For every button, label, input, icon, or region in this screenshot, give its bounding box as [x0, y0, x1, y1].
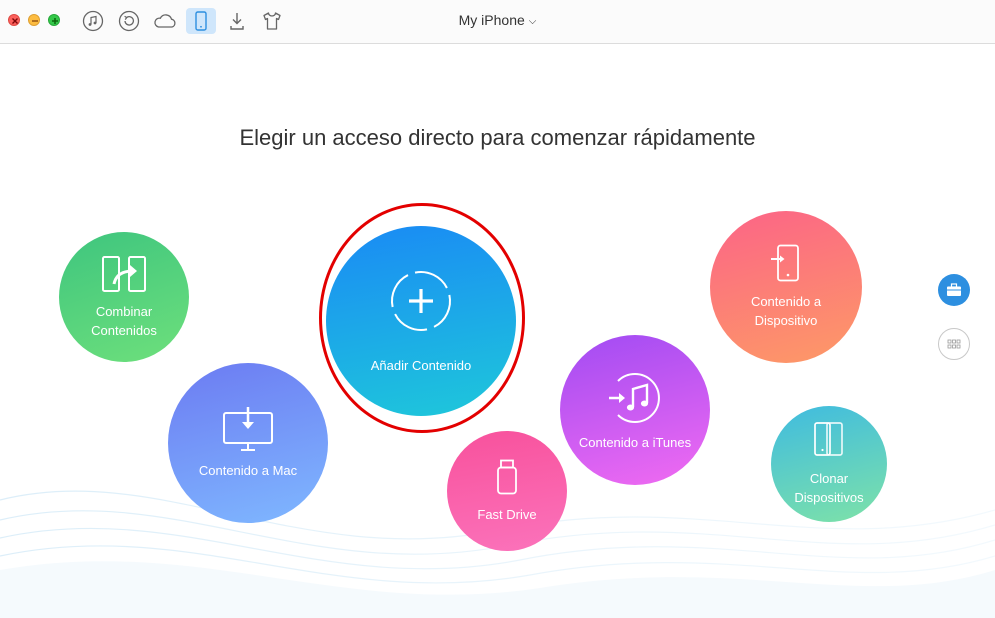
grid-view-button[interactable] — [938, 328, 970, 360]
contenido-a-itunes-label: Contenido a iTunes — [578, 434, 692, 450]
device-selector-label: My iPhone — [458, 12, 525, 28]
fast-drive-button[interactable]: Fast Drive — [447, 431, 567, 551]
monitor-download-icon — [223, 406, 273, 451]
toolbar: My iPhone ⌵ — [0, 0, 995, 44]
device-selector[interactable]: My iPhone ⌵ — [0, 12, 995, 28]
anadir-contenido-button[interactable]: Añadir Contenido — [326, 226, 516, 416]
contenido-a-itunes-button[interactable]: Contenido a iTunes — [560, 335, 710, 485]
combinar-contenidos-label: Combinar Contenidos — [91, 304, 157, 338]
combinar-contenidos-button[interactable]: Combinar Contenidos — [59, 232, 189, 362]
contenido-a-dispositivo-button[interactable]: Contenido a Dispositivo — [710, 211, 862, 363]
briefcase-icon — [947, 283, 961, 296]
clone-devices-icon — [814, 422, 843, 456]
phone-import-icon — [771, 244, 799, 282]
usb-drive-icon — [497, 459, 517, 494]
plus-circle-icon — [391, 270, 451, 331]
fast-drive-label: Fast Drive — [477, 506, 537, 522]
contenido-a-dispositivo-label: Contenido a Dispositivo — [750, 294, 822, 328]
clonar-dispositivos-button[interactable]: Clonar Dispositivos — [771, 406, 887, 522]
contenido-a-mac-button[interactable]: Contenido a Mac — [168, 363, 328, 523]
anadir-contenido-label: Añadir Contenido — [370, 357, 472, 373]
clonar-dispositivos-label: Clonar Dispositivos — [794, 471, 864, 505]
page-title: Elegir un acceso directo para comenzar r… — [239, 125, 756, 150]
itunes-icon — [609, 372, 660, 423]
chevron-down-icon: ⌵ — [528, 16, 537, 27]
toolkit-button[interactable] — [938, 274, 970, 306]
contenido-a-mac-label: Contenido a Mac — [198, 462, 298, 478]
grid-icon — [947, 339, 961, 349]
merge-icon — [102, 256, 146, 292]
